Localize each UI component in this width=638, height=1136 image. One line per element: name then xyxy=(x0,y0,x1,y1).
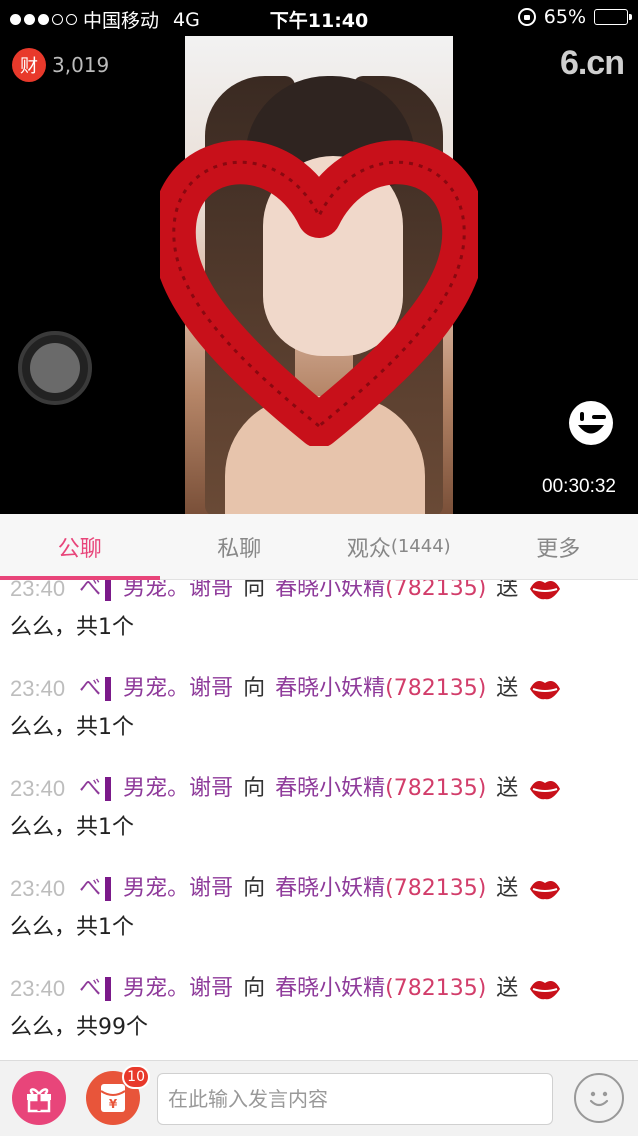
rotation-lock-icon xyxy=(517,8,536,26)
red-packet-icon: ¥ xyxy=(100,1084,126,1112)
gift-button[interactable] xyxy=(12,1071,66,1125)
message-action: 送 xyxy=(496,776,519,801)
message-header: 23:40 べ男宠。谢哥向春晓小妖精 (782135) 送 xyxy=(10,580,628,608)
chat-message: 23:40 べ男宠。谢哥向春晓小妖精 (782135) 送么么，共1个 xyxy=(0,858,638,958)
user-prefix: べ xyxy=(79,976,102,1001)
gift-description: 么么，共1个 xyxy=(10,815,134,840)
receiver-name[interactable]: 春晓小妖精 xyxy=(275,669,385,709)
message-action: 送 xyxy=(496,580,519,601)
lips-gift-icon xyxy=(530,981,561,1000)
tab-label: 观众 xyxy=(346,536,391,562)
tab-label: 更多 xyxy=(536,536,581,562)
message-header: 23:40 べ男宠。谢哥向春晓小妖精 (782135) 送 xyxy=(10,758,628,808)
tab-private-chat[interactable]: 私聊 xyxy=(160,514,320,579)
message-time: 23:40 xyxy=(10,976,66,1001)
lips-gift-icon xyxy=(530,681,561,700)
audience-count: (1444) xyxy=(390,536,451,557)
message-action: 送 xyxy=(496,676,519,701)
chat-message: 23:40 べ男宠。谢哥向春晓小妖精 (782135) 送么么，共99个 xyxy=(0,958,638,1058)
sender-name[interactable]: 男宠。谢哥 xyxy=(123,869,233,909)
gift-description: 么么，共1个 xyxy=(10,715,134,740)
receiver-name[interactable]: 春晓小妖精 xyxy=(275,769,385,809)
user-level-bar xyxy=(105,677,112,701)
user-prefix: べ xyxy=(79,676,102,701)
chat-message-list[interactable]: 23:40 べ男宠。谢哥向春晓小妖精 (782135) 送么么，共1个 23:40 べ男宠… xyxy=(0,580,638,1060)
user-prefix: べ xyxy=(79,776,102,801)
tab-audience[interactable]: 观众 (1444) xyxy=(319,514,479,579)
chat-message: 23:40 べ男宠。谢哥向春晓小妖精 (782135) 送么么，共1个 xyxy=(0,658,638,758)
red-packet-symbol: ¥ xyxy=(109,1097,118,1111)
user-level-bar xyxy=(105,977,112,1001)
message-verb: 向 xyxy=(243,976,266,1001)
wealth-indicator: 财 3,019 xyxy=(12,48,109,82)
message-verb: 向 xyxy=(243,776,266,801)
floating-assistive-button[interactable] xyxy=(18,331,92,405)
message-verb: 向 xyxy=(243,580,266,601)
tab-label: 公聊 xyxy=(57,536,102,562)
receiver-id: (782135) xyxy=(385,580,487,601)
chat-input[interactable] xyxy=(157,1073,553,1125)
status-bar: 中国移动 4G 下午11:40 65% xyxy=(0,0,638,36)
red-packet-count-badge: 10 xyxy=(122,1065,150,1089)
lips-gift-icon xyxy=(530,881,561,900)
message-header: 23:40 べ男宠。谢哥向春晓小妖精 (782135) 送 xyxy=(10,658,628,708)
user-level-bar xyxy=(105,877,112,901)
user-level-bar xyxy=(105,580,112,601)
gift-icon xyxy=(27,1088,51,1113)
receiver-name[interactable]: 春晓小妖精 xyxy=(275,580,385,609)
chat-message: 23:40 べ男宠。谢哥向春晓小妖精 (782135) 送么么，共1个 xyxy=(0,580,638,658)
receiver-name[interactable]: 春晓小妖精 xyxy=(275,869,385,909)
user-prefix: べ xyxy=(79,580,102,601)
gift-description: 么么，共1个 xyxy=(10,915,134,940)
message-time: 23:40 xyxy=(10,776,66,801)
user-prefix: べ xyxy=(79,876,102,901)
sender-name[interactable]: 男宠。谢哥 xyxy=(123,969,233,1009)
user-level-bar xyxy=(105,777,112,801)
lips-gift-icon xyxy=(530,581,561,600)
chat-message: 23:40 べ男宠。谢哥向春晓小妖精 (782135) 送么么，共1个 xyxy=(0,758,638,858)
tab-public-chat[interactable]: 公聊 xyxy=(0,514,160,579)
battery-icon xyxy=(594,9,632,25)
red-packet-button[interactable]: ¥ 10 xyxy=(86,1065,150,1125)
live-video-area[interactable]: 财 3,019 6.cn 00:30:32 xyxy=(0,36,638,514)
receiver-id: (782135) xyxy=(385,776,487,801)
smiley-icon xyxy=(589,1091,609,1107)
message-time: 23:40 xyxy=(10,580,66,601)
message-verb: 向 xyxy=(243,676,266,701)
message-action: 送 xyxy=(496,976,519,1001)
message-time: 23:40 xyxy=(10,876,66,901)
tab-label: 私聊 xyxy=(217,536,262,562)
site-logo: 6.cn xyxy=(559,44,625,82)
message-header: 23:40 べ男宠。谢哥向春晓小妖精 (782135) 送 xyxy=(10,958,628,1008)
lips-gift-icon xyxy=(530,781,561,800)
message-action: 送 xyxy=(496,876,519,901)
sender-name[interactable]: 男宠。谢哥 xyxy=(123,669,233,709)
wealth-value: 3,019 xyxy=(52,53,110,77)
receiver-id: (782135) xyxy=(385,676,487,701)
assistive-button-knob xyxy=(30,343,80,393)
live-timer: 00:30:32 xyxy=(542,476,616,497)
message-time: 23:40 xyxy=(10,676,66,701)
message-header: 23:40 べ男宠。谢哥向春晓小妖精 (782135) 送 xyxy=(10,858,628,908)
battery-percent: 65% xyxy=(543,6,586,28)
chat-tabs: 公聊 私聊 观众 (1444) 更多 xyxy=(0,514,638,580)
heart-gift-animation xyxy=(160,140,478,446)
receiver-id: (782135) xyxy=(385,876,487,901)
receiver-id: (782135) xyxy=(385,976,487,1001)
gift-description: 么么，共1个 xyxy=(10,615,134,640)
sender-name[interactable]: 男宠。谢哥 xyxy=(123,580,233,609)
emoji-button[interactable] xyxy=(574,1073,624,1123)
wealth-badge: 财 xyxy=(12,48,46,82)
tab-more[interactable]: 更多 xyxy=(479,514,638,579)
wink-face-icon[interactable] xyxy=(568,400,614,446)
sender-name[interactable]: 男宠。谢哥 xyxy=(123,769,233,809)
status-right: 65% xyxy=(517,6,632,28)
bottom-input-bar: ¥ 10 xyxy=(0,1060,638,1136)
gift-description: 么么，共99个 xyxy=(10,1015,148,1040)
message-verb: 向 xyxy=(243,876,266,901)
receiver-name[interactable]: 春晓小妖精 xyxy=(275,969,385,1009)
